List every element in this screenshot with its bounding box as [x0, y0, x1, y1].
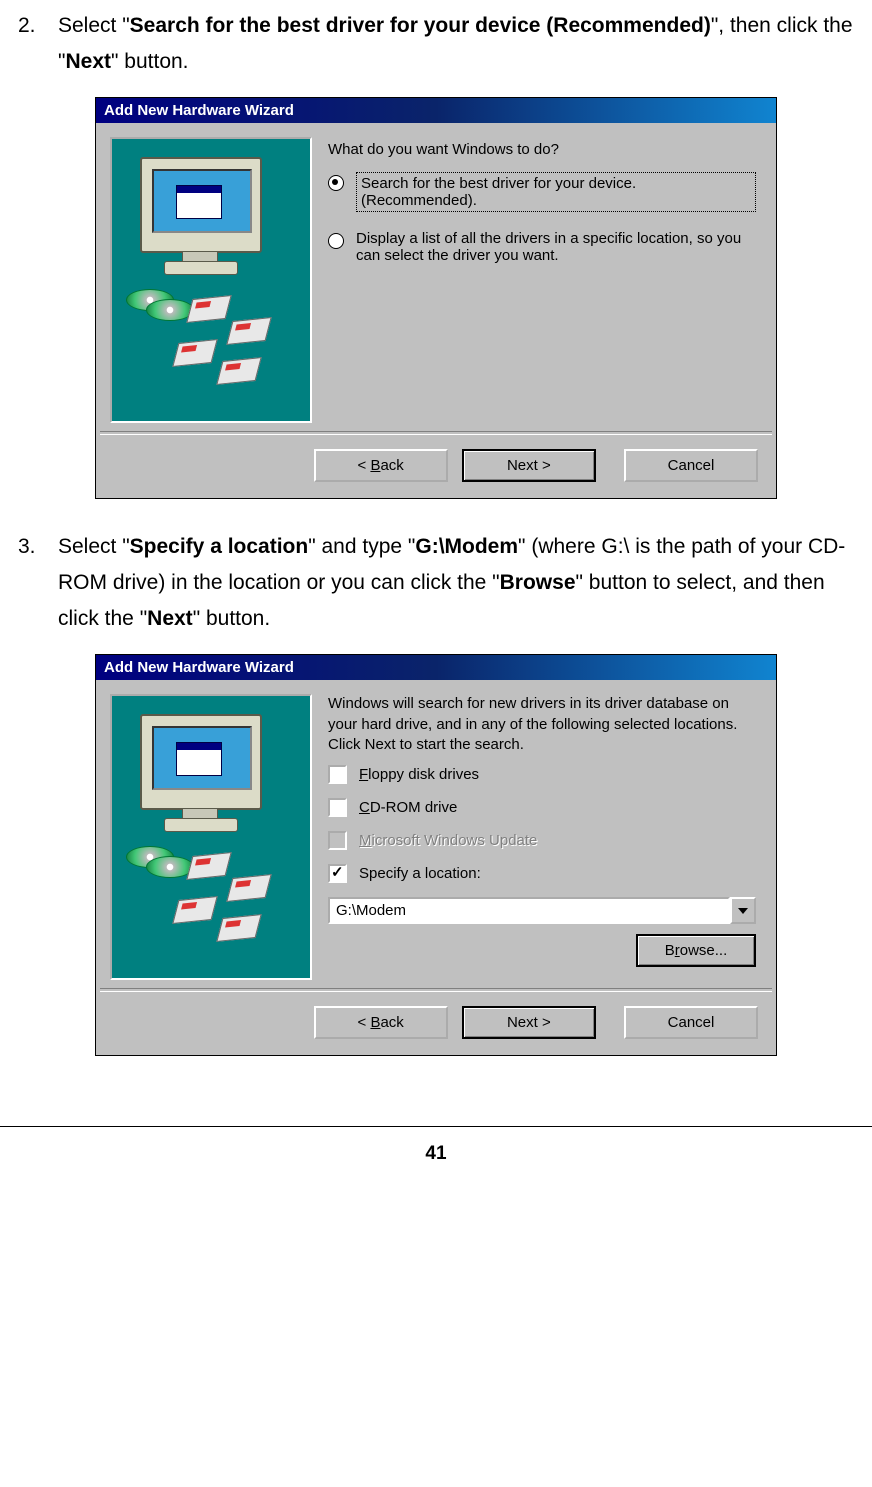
checkbox-label: CD-ROM drive — [359, 799, 457, 816]
step-3: 3. Select "Specify a location" and type … — [18, 529, 854, 636]
step-number: 3. — [18, 529, 58, 636]
radio-label: Display a list of all the drivers in a s… — [356, 230, 756, 264]
wizard-graphic — [110, 137, 312, 423]
location-combo[interactable]: G:\Modem — [328, 897, 756, 924]
back-button[interactable]: < Back — [314, 449, 448, 482]
dialog-prompt: What do you want Windows to do? — [328, 141, 756, 158]
step-2: 2. Select "Search for the best driver fo… — [18, 8, 854, 79]
wizard-dialog-1: Add New Hardware Wizard What do you want… — [95, 97, 777, 499]
checkbox-label: Microsoft Windows Update — [359, 832, 537, 849]
dialog-intro: Windows will search for new drivers in i… — [328, 694, 756, 755]
dialog-title: Add New Hardware Wizard — [96, 655, 776, 680]
radio-label: Search for the best driver for your devi… — [356, 172, 756, 212]
checkbox-icon — [328, 765, 347, 784]
checkbox-icon — [328, 798, 347, 817]
radio-option-list[interactable]: Display a list of all the drivers in a s… — [328, 230, 756, 264]
checkbox-label: Specify a location: — [359, 865, 481, 882]
chevron-down-icon — [738, 908, 748, 914]
cancel-button[interactable]: Cancel — [624, 449, 758, 482]
wizard-dialog-2: Add New Hardware Wizard Windows will sea… — [95, 654, 777, 1056]
location-input[interactable]: G:\Modem — [328, 897, 730, 924]
dropdown-button[interactable] — [730, 897, 756, 924]
next-button[interactable]: Next > — [462, 449, 596, 482]
browse-button[interactable]: Browse... — [636, 934, 756, 967]
checkbox-ms-update: Microsoft Windows Update — [328, 831, 756, 850]
step-text: Select "Specify a location" and type "G:… — [58, 529, 854, 636]
checkbox-specify-location[interactable]: Specify a location: — [328, 864, 756, 883]
checkbox-floppy[interactable]: Floppy disk drives — [328, 765, 756, 784]
next-button[interactable]: Next > — [462, 1006, 596, 1039]
checkbox-label: Floppy disk drives — [359, 766, 479, 783]
checkbox-icon — [328, 864, 347, 883]
radio-icon — [328, 233, 344, 249]
radio-icon — [328, 175, 344, 191]
checkbox-cdrom[interactable]: CD-ROM drive — [328, 798, 756, 817]
wizard-graphic — [110, 694, 312, 980]
page-number: 41 — [0, 1126, 872, 1181]
checkbox-icon — [328, 831, 347, 850]
dialog-title: Add New Hardware Wizard — [96, 98, 776, 123]
radio-option-search[interactable]: Search for the best driver for your devi… — [328, 172, 756, 212]
step-text: Select "Search for the best driver for y… — [58, 8, 854, 79]
back-button[interactable]: < Back — [314, 1006, 448, 1039]
step-number: 2. — [18, 8, 58, 79]
cancel-button[interactable]: Cancel — [624, 1006, 758, 1039]
